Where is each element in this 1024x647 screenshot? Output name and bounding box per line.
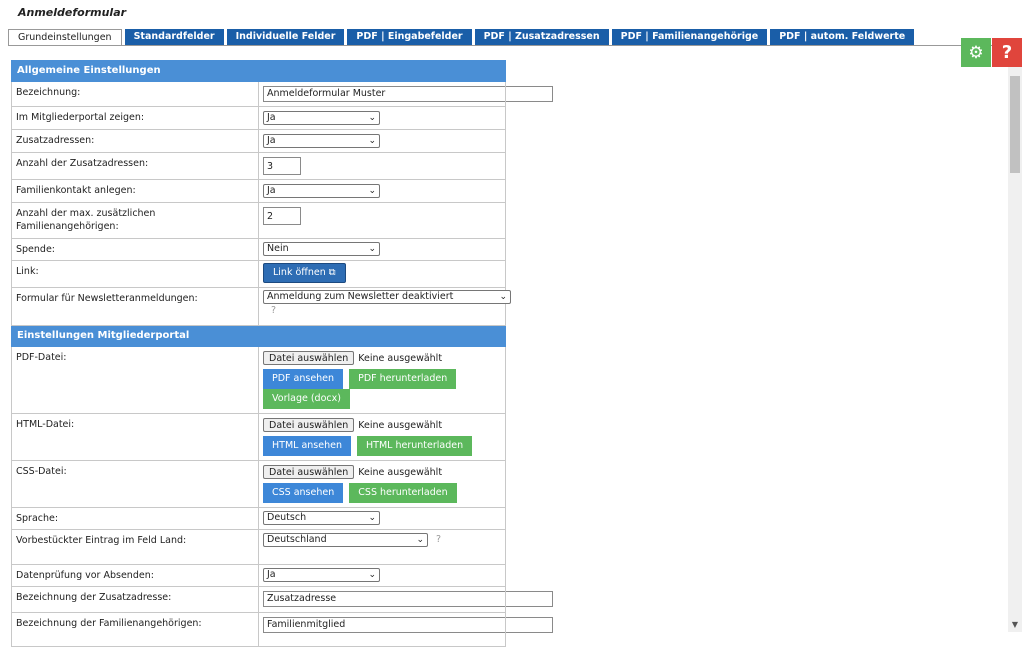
field-label: HTML-Datei: [11,413,259,461]
select-value: Ja [267,135,276,146]
land-select[interactable]: Deutschland ⌄ [263,533,428,547]
field-label: Zusatzadressen: [11,129,259,153]
select-value: Deutschland [267,534,327,545]
html-file-status: Keine ausgewählt [358,419,443,431]
field-label: Link: [11,260,259,288]
html-herunterladen-button[interactable]: HTML herunterladen [357,436,473,456]
tab-pdf-autom-feldwerte[interactable]: PDF | autom. Feldwerte [770,29,915,45]
link-button-label: Link öffnen [273,267,326,278]
sprache-select[interactable]: Deutsch ⌄ [263,511,380,525]
bezeichnung-input[interactable]: Anmeldeformular Muster [263,86,553,102]
select-value: Nein [267,243,289,254]
chevron-down-icon: ⌄ [368,113,376,123]
field-label: Bezeichnung: [11,81,259,107]
pdf-file-status: Keine ausgewählt [358,352,443,364]
tab-pdf-eingabefelder[interactable]: PDF | Eingabefelder [347,29,472,45]
chevron-down-icon: ⌄ [368,570,376,580]
field-label: Anzahl der Zusatzadressen: [11,152,259,180]
html-ansehen-button[interactable]: HTML ansehen [263,436,351,456]
tab-pdf-zusatzadressen[interactable]: PDF | Zusatzadressen [474,29,609,45]
select-value: Anmeldung zum Newsletter deaktiviert [267,291,454,302]
select-value: Deutsch [267,512,307,523]
css-ansehen-button[interactable]: CSS ansehen [263,483,344,503]
css-file-status: Keine ausgewählt [358,466,443,478]
tab-bar: Grundeinstellungen Standardfelder Indivi… [8,29,915,46]
css-herunterladen-button[interactable]: CSS herunterladen [349,483,457,503]
field-label: Im Mitgliederportal zeigen: [11,106,259,130]
gear-icon: ⚙ [968,42,984,63]
spende-select[interactable]: Nein ⌄ [263,242,380,256]
select-value: Ja [267,185,276,196]
settings-form: Allgemeine Einstellungen Bezeichnung: An… [11,60,553,647]
field-label: Familienkontakt anlegen: [11,179,259,203]
scroll-down-arrow-icon[interactable]: ▼ [1010,620,1020,630]
select-value: Ja [267,112,276,123]
chevron-down-icon: ⌄ [416,535,424,545]
scrollbar-thumb[interactable] [1010,76,1020,173]
link-oeffnen-button[interactable]: Link öffnen ⧉ [263,263,346,283]
css-file-choose-button[interactable]: Datei auswählen [263,465,355,479]
question-icon: ? [1001,42,1013,63]
tab-grundeinstellungen[interactable]: Grundeinstellungen [8,29,122,46]
section-header-general: Allgemeine Einstellungen [11,60,506,82]
page-title: Anmeldeformular [18,6,127,19]
field-label: Sprache: [11,507,259,530]
chevron-down-icon: ⌄ [499,292,507,302]
familienangehoerige-bezeichnung-input[interactable]: Familienmitglied [263,617,553,633]
help-button[interactable]: ? [992,38,1022,67]
field-label: Bezeichnung der Zusatzadresse: [11,586,259,613]
field-label: Bezeichnung der Familienangehörigen: [11,612,259,647]
zusatzadressen-select[interactable]: Ja ⌄ [263,134,380,148]
vorlage-docx-button[interactable]: Vorlage (docx) [263,389,350,409]
chevron-down-icon: ⌄ [368,186,376,196]
field-label: Vorbestückter Eintrag im Feld Land: [11,529,259,565]
pdf-ansehen-button[interactable]: PDF ansehen [263,369,344,389]
zusatzadresse-bezeichnung-input[interactable]: Zusatzadresse [263,591,553,607]
tab-individuelle-felder[interactable]: Individuelle Felder [226,29,345,45]
field-label: Datenprüfung vor Absenden: [11,564,259,587]
tab-standardfelder[interactable]: Standardfelder [124,29,224,45]
copy-icon: ⧉ [328,267,336,278]
anzahl-familie-input[interactable]: 2 [263,207,301,225]
html-file-choose-button[interactable]: Datei auswählen [263,418,355,432]
chevron-down-icon: ⌄ [368,244,376,254]
settings-button[interactable]: ⚙ [961,38,991,67]
help-hint-icon[interactable]: ? [436,534,441,545]
familienkontakt-select[interactable]: Ja ⌄ [263,184,380,198]
datenpruefung-select[interactable]: Ja ⌄ [263,568,380,582]
mitgliederportal-select[interactable]: Ja ⌄ [263,111,380,125]
chevron-down-icon: ⌄ [368,513,376,523]
field-label: CSS-Datei: [11,460,259,508]
section-header-portal: Einstellungen Mitgliederportal [11,325,506,347]
field-label: Formular für Newsletteranmeldungen: [11,287,259,326]
field-label: Spende: [11,238,259,261]
anzahl-zusatzadressen-input[interactable]: 3 [263,157,301,175]
tab-pdf-familienangehoerige[interactable]: PDF | Familienangehörige [611,29,768,45]
select-value: Ja [267,569,276,580]
help-hint-icon[interactable]: ? [271,305,276,316]
field-label: Anzahl der max. zusätzlichen Familienang… [11,202,259,239]
pdf-file-choose-button[interactable]: Datei auswählen [263,351,355,365]
pdf-herunterladen-button[interactable]: PDF herunterladen [349,369,457,389]
tab-divider [8,45,1003,46]
field-label: PDF-Datei: [11,346,259,414]
chevron-down-icon: ⌄ [368,136,376,146]
newsletter-select[interactable]: Anmeldung zum Newsletter deaktiviert ⌄ [263,290,511,304]
